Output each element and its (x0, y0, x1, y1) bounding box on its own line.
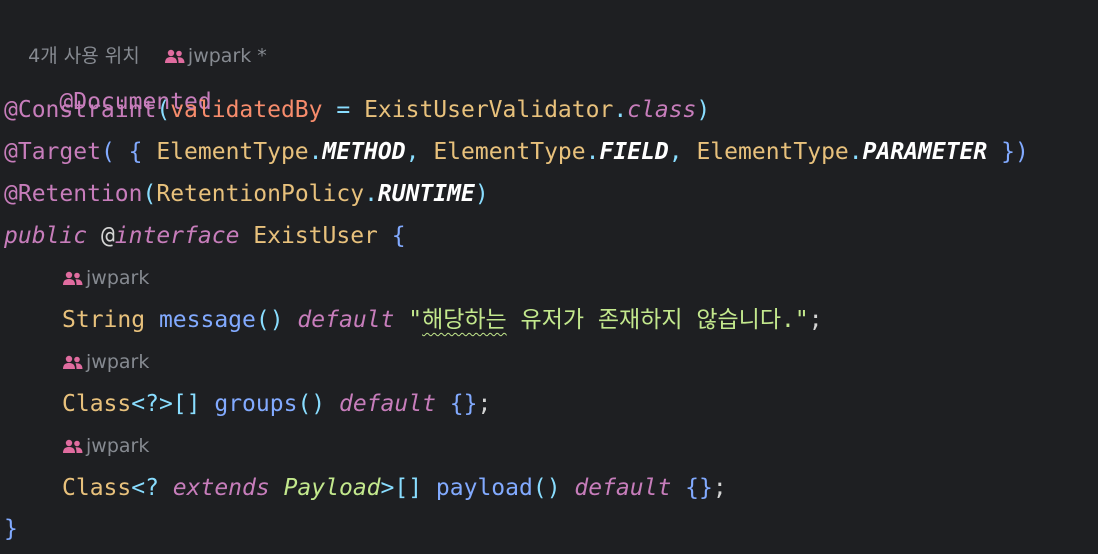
code-line-2: @Constraint(validatedBy = ExistUserValid… (4, 93, 710, 127)
generic-open: <? (131, 475, 173, 501)
brace-close: } (4, 516, 18, 542)
code-line-7: Class<?>[] groups() default {}; (62, 387, 491, 421)
quote: " (408, 307, 423, 333)
quote: " (794, 307, 809, 333)
element-type: ElementType (696, 139, 849, 165)
author-name[interactable]: jwpark (86, 267, 149, 289)
semicolon: ; (477, 391, 492, 417)
const-parameter: PARAMETER (862, 139, 988, 165)
comma: , (405, 139, 434, 165)
paren-open: ( (142, 181, 157, 207)
code-line-3: @Target( { ElementType.METHOD, ElementTy… (4, 135, 1029, 169)
type-payload: Payload (269, 475, 381, 501)
paren-close: ) (696, 97, 711, 123)
empty-braces: {} (449, 391, 478, 417)
method-payload: payload (422, 475, 533, 501)
semicolon: ; (712, 475, 727, 501)
const-runtime: RUNTIME (377, 181, 475, 207)
string-spellcheck-word[interactable]: 해당하는 (422, 307, 507, 333)
parens: () (532, 475, 561, 501)
code-line-5: public @interface ExistUser { (4, 219, 406, 253)
brace-open: ( { (100, 139, 157, 165)
dot: . (308, 139, 323, 165)
keyword-default: default (560, 475, 686, 501)
users-icon (62, 265, 84, 285)
interface-name: ExistUser (239, 223, 392, 249)
generic-close: >[] (380, 475, 423, 501)
annotation-target: @Target (4, 139, 101, 165)
author-name[interactable]: jwpark (86, 351, 149, 373)
retention-policy: RetentionPolicy (156, 181, 365, 207)
method-message: message (145, 307, 256, 333)
author-name[interactable]: jwpark (86, 435, 149, 457)
const-field: FIELD (599, 139, 669, 165)
code-editor[interactable]: 4개 사용 위치 jwpark * @Documented @Constrain… (0, 0, 1098, 554)
method-groups: groups (200, 391, 298, 417)
empty-braces: {} (685, 475, 713, 501)
dot: . (364, 181, 378, 207)
generic-wildcard: <?>[] (131, 391, 201, 417)
keyword-default: default (325, 391, 450, 417)
code-line-9: } (4, 512, 18, 546)
param-validated-by: validatedBy (170, 97, 323, 123)
parens: () (255, 307, 284, 333)
author-hint-1[interactable]: jwpark (62, 263, 149, 293)
dot: . (848, 139, 863, 165)
semicolon: ; (808, 307, 823, 333)
dot: . (613, 97, 628, 123)
code-line-1: @Documented (4, 51, 211, 115)
type-class: Class (62, 391, 132, 417)
users-icon (62, 433, 84, 453)
author-hint-3[interactable]: jwpark (62, 431, 149, 461)
code-line-6: String message() default "해당하는 유저가 존재하지 … (62, 303, 823, 337)
class-exist-user-validator: ExistUserValidator (364, 97, 614, 123)
usage-hint[interactable]: 4개 사용 위치 jwpark * (4, 11, 267, 67)
keyword-extends: extends (172, 475, 270, 501)
comma: , (668, 139, 697, 165)
class-keyword: class (627, 97, 697, 123)
at-sign: @ (87, 223, 115, 249)
dot: . (585, 139, 600, 165)
type-string: String (62, 307, 146, 333)
keyword-public: public (4, 223, 88, 249)
annotation-retention: @Retention (4, 181, 143, 207)
code-line-8: Class<? extends Payload>[] payload() def… (62, 471, 727, 505)
type-class: Class (62, 475, 132, 501)
parens: () (297, 391, 326, 417)
annotation-constraint: @Constraint (4, 97, 157, 123)
code-line-4: @Retention(RetentionPolicy.RUNTIME) (4, 177, 489, 211)
string-literal: 유저가 존재하지 않습니다. (506, 307, 795, 333)
keyword-interface: interface (114, 223, 240, 249)
keyword-default: default (283, 307, 409, 333)
paren-close: ) (474, 181, 489, 207)
brace-open: { (391, 223, 406, 249)
users-icon (62, 349, 84, 369)
brace-close: }) (987, 139, 1029, 165)
element-type: ElementType (433, 139, 586, 165)
paren-open: ( (156, 97, 171, 123)
equals-sign: = (322, 97, 365, 123)
element-type: ElementType (156, 139, 309, 165)
author-hint-2[interactable]: jwpark (62, 347, 149, 377)
const-method: METHOD (322, 139, 406, 165)
